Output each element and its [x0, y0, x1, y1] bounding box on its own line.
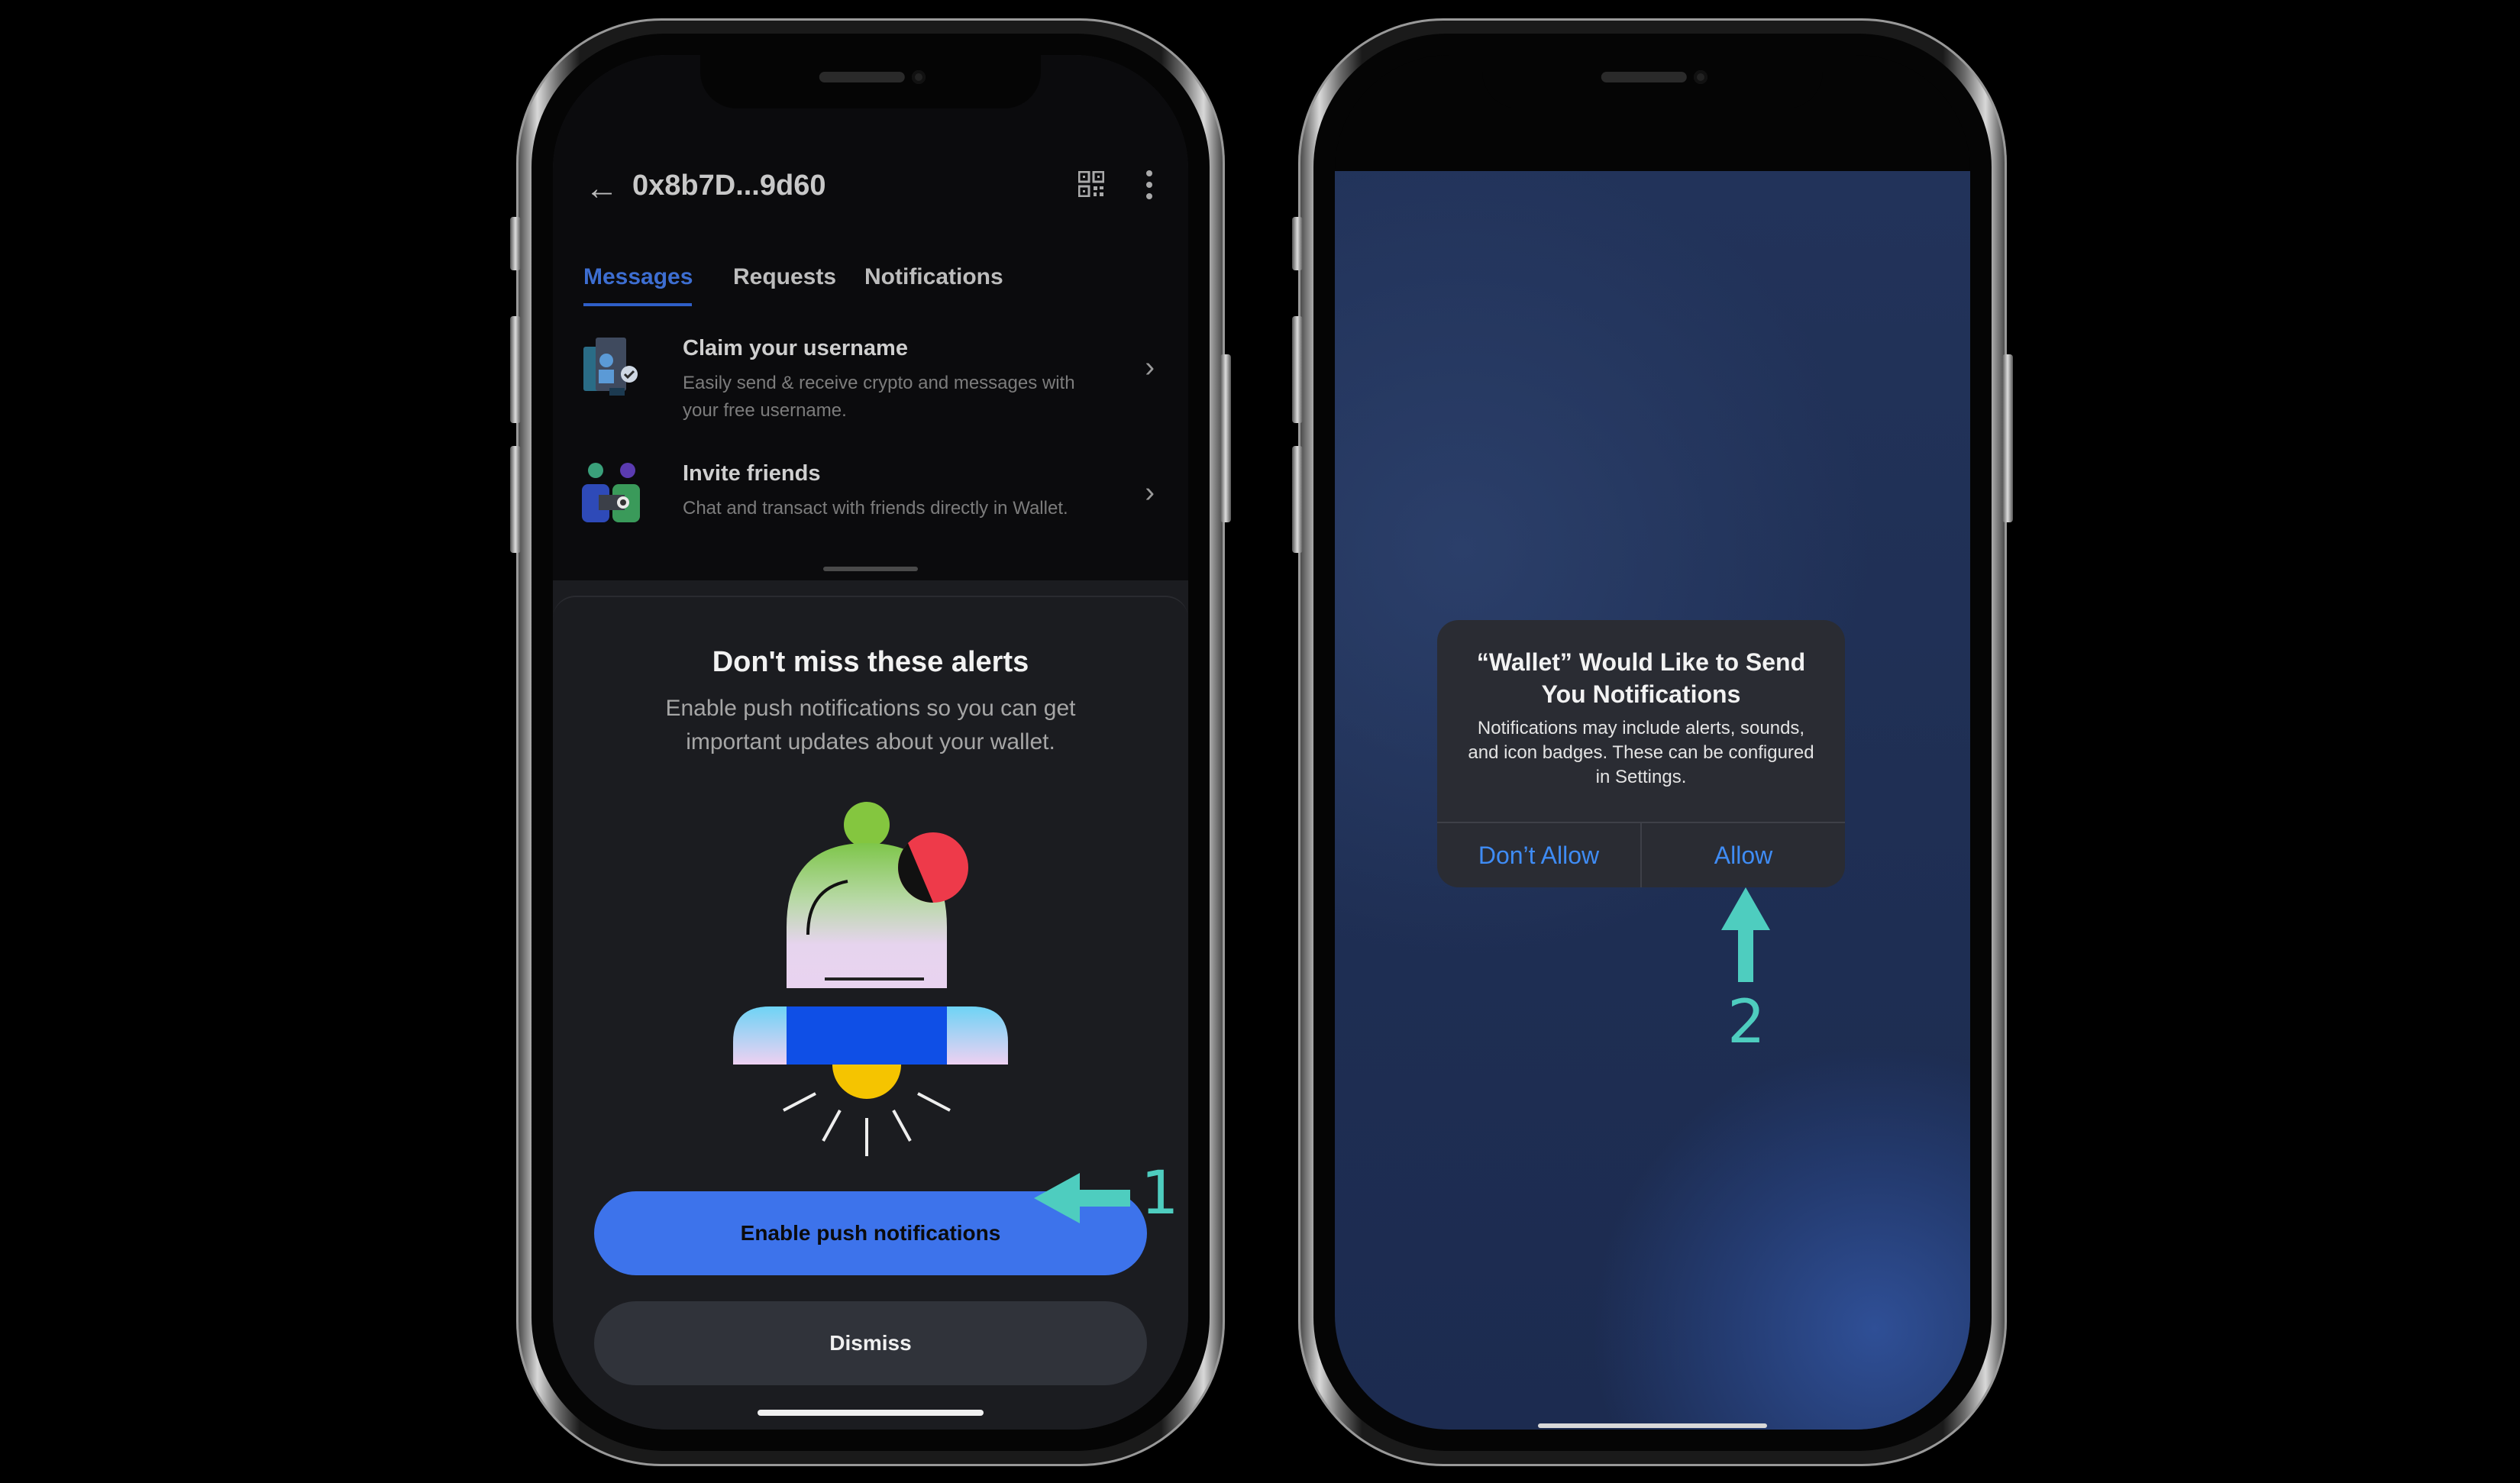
- alert-body: Notifications may include alerts, sounds…: [1468, 718, 1814, 787]
- tab-messages[interactable]: Messages: [583, 264, 693, 290]
- side-button-power: [2002, 354, 2013, 522]
- list-item-title: Claim your username: [683, 336, 908, 360]
- side-button-volume-down: [1292, 446, 1303, 553]
- active-tab-indicator: [583, 303, 692, 306]
- dismiss-button[interactable]: Dismiss: [594, 1301, 1147, 1385]
- dont-allow-button[interactable]: Don’t Allow: [1437, 823, 1640, 887]
- tab-notifications[interactable]: Notifications: [864, 264, 1003, 290]
- notch: [1482, 55, 1823, 108]
- side-button-volume-down: [510, 446, 521, 553]
- more-vertical-icon[interactable]: [1145, 170, 1153, 200]
- list-item-invite-friends[interactable]: Invite friends Chat and transact with fr…: [553, 434, 1188, 556]
- list-item-title: Invite friends: [683, 461, 821, 486]
- list-scroll-handle: [823, 567, 918, 571]
- wallet-address: 0x8b7D...9d60: [632, 170, 826, 202]
- qr-code-icon[interactable]: [1078, 171, 1104, 197]
- list-item-claim-username[interactable]: Claim your username Easily send & receiv…: [553, 309, 1188, 431]
- home-indicator: [1538, 1423, 1767, 1428]
- right-screen: “Wallet” Would Like to Send You Notifica…: [1335, 55, 1970, 1430]
- tab-bar: Messages Requests Notifications: [553, 260, 1188, 310]
- side-button-volume-up: [510, 316, 521, 423]
- allow-button[interactable]: Allow: [1642, 823, 1845, 887]
- annotation-step-2: 2: [1727, 988, 1766, 1057]
- notch: [700, 55, 1041, 108]
- list-item-description: Easily send & receive crypto and message…: [683, 373, 1075, 421]
- chevron-right-icon: ›: [1145, 477, 1155, 509]
- bell-illustration-icon: [733, 802, 1008, 1156]
- chevron-right-icon: ›: [1145, 351, 1155, 383]
- side-button-mute: [1292, 217, 1303, 270]
- annotation-arrow-left-icon: [1034, 1173, 1130, 1223]
- push-notifications-sheet: Don't miss these alerts Enable push noti…: [553, 596, 1188, 1430]
- home-indicator: [758, 1410, 984, 1416]
- tab-requests[interactable]: Requests: [733, 264, 836, 290]
- username-card-icon: [583, 338, 638, 396]
- invite-friends-icon: [582, 463, 640, 522]
- annotation-step-1: 1: [1141, 1159, 1179, 1228]
- alert-title: “Wallet” Would Like to Send You Notifica…: [1476, 648, 1806, 708]
- sheet-title: Don't miss these alerts: [712, 646, 1029, 678]
- notification-permission-alert: “Wallet” Would Like to Send You Notifica…: [1437, 620, 1845, 887]
- phone-bezel: “Wallet” Would Like to Send You Notifica…: [1313, 34, 1992, 1451]
- back-arrow-icon[interactable]: ←: [585, 170, 619, 208]
- phone-bezel: ← 0x8b7D...9d60 Messages Requests Notifi…: [531, 34, 1210, 1451]
- annotation-arrow-up-icon: [1721, 887, 1770, 982]
- list-item-description: Chat and transact with friends directly …: [683, 498, 1068, 519]
- side-button-power: [1220, 354, 1231, 522]
- left-phone-frame: ← 0x8b7D...9d60 Messages Requests Notifi…: [510, 18, 1231, 1466]
- side-button-volume-up: [1292, 316, 1303, 423]
- right-phone-frame: “Wallet” Would Like to Send You Notifica…: [1292, 18, 2013, 1466]
- side-button-mute: [510, 217, 521, 270]
- sheet-description: Enable push notifications so you can get…: [665, 696, 1076, 754]
- message-list: Claim your username Easily send & receiv…: [553, 309, 1188, 580]
